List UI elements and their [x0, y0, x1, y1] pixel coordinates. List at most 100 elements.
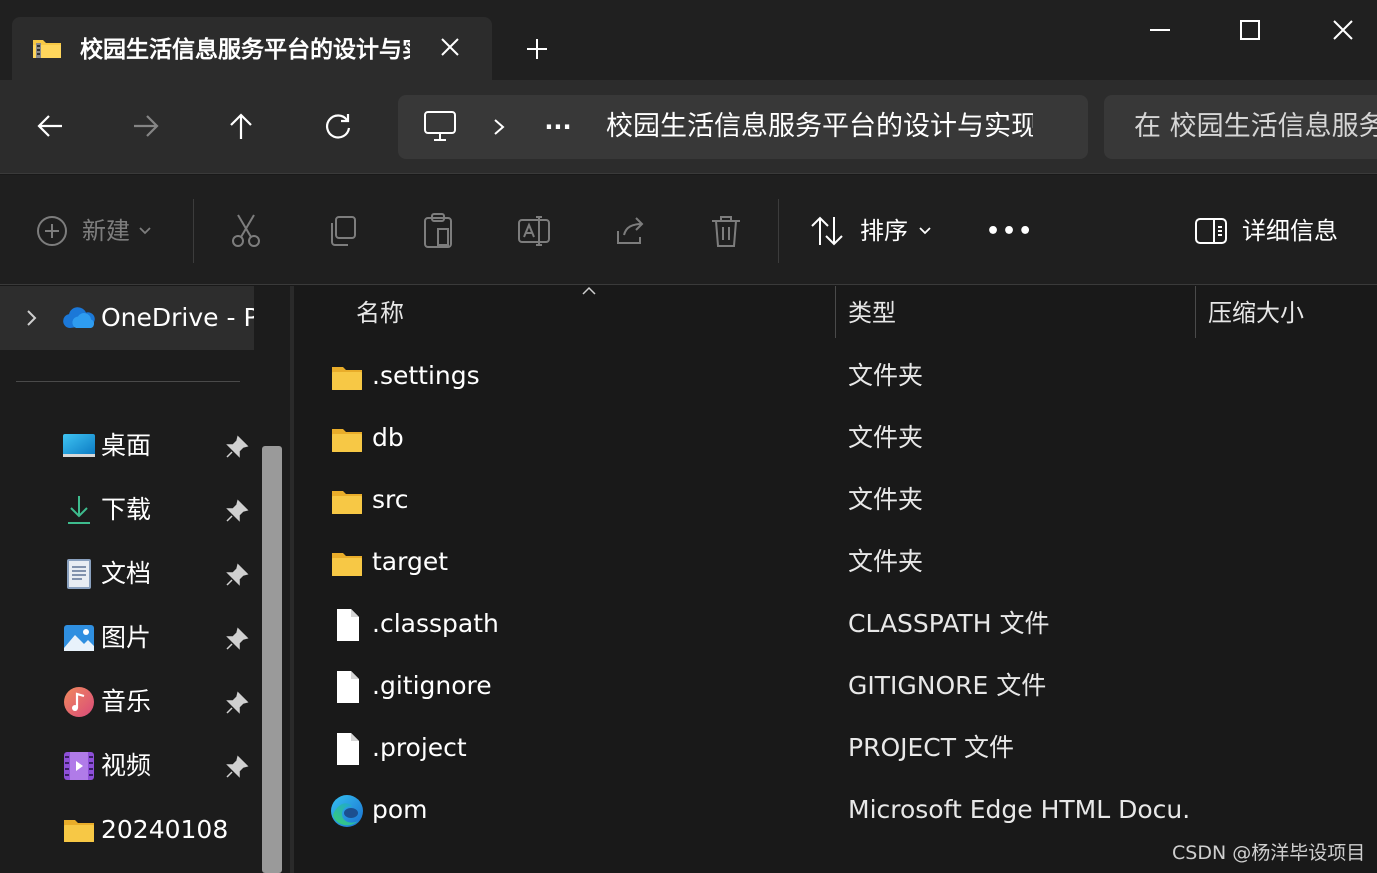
- navigation-pane: OneDrive - Personal 桌面 下载 文档: [0, 286, 290, 873]
- column-header-name[interactable]: 名称: [356, 296, 404, 330]
- column-separator[interactable]: [835, 286, 836, 338]
- column-separator[interactable]: [1195, 286, 1196, 338]
- up-button[interactable]: [221, 106, 261, 146]
- file-row[interactable]: .classpath CLASSPATH 文件: [294, 595, 1377, 655]
- chevron-down-icon: [919, 227, 931, 235]
- tab-title: 校园生活信息服务平台的设计与实现: [80, 37, 410, 63]
- rename-icon: [518, 216, 550, 246]
- chevron-right-icon: [494, 119, 505, 135]
- zip-folder-icon: [33, 40, 61, 58]
- expand-chevron[interactable]: [20, 306, 44, 330]
- folder-icon: [332, 367, 362, 390]
- back-button[interactable]: [30, 106, 70, 146]
- breadcrumb-overflow-button[interactable]: ···: [538, 111, 578, 143]
- refresh-button[interactable]: [318, 106, 358, 146]
- onedrive-cloud-icon: [63, 307, 95, 328]
- file-name: pom: [372, 795, 428, 824]
- folder-icon: [332, 429, 362, 452]
- tab-active[interactable]: 校园生活信息服务平台的设计与实现: [12, 17, 492, 81]
- breadcrumb-current[interactable]: 校园生活信息服务平台的设计与实现: [606, 109, 1033, 145]
- folder-icon: [332, 491, 362, 514]
- sidebar-item-20240108[interactable]: 20240108: [0, 804, 254, 856]
- pin-icon[interactable]: [224, 690, 250, 716]
- address-bar[interactable]: ··· 校园生活信息服务平台的设计与实现: [398, 95, 1088, 159]
- file-row[interactable]: pom Microsoft Edge HTML Docu...: [294, 781, 1377, 841]
- chevron-right-icon: [27, 310, 37, 326]
- music-icon: [64, 687, 94, 717]
- file-type: 文件夹: [848, 361, 924, 390]
- details-pane-label: 详细信息: [1242, 217, 1338, 245]
- file-row[interactable]: src 文件夹: [294, 471, 1377, 531]
- sidebar-item-onedrive[interactable]: OneDrive - Personal: [0, 286, 254, 350]
- close-icon: [1333, 20, 1353, 40]
- file-icon: [337, 609, 359, 641]
- arrow-up-icon: [230, 113, 252, 139]
- file-type: 文件夹: [848, 547, 924, 576]
- sidebar-item-desktop[interactable]: 桌面: [0, 420, 254, 472]
- refresh-icon: [326, 114, 351, 139]
- sidebar-item-pictures[interactable]: 图片: [0, 612, 254, 664]
- minimize-button[interactable]: [1140, 10, 1180, 50]
- sidebar-item-label: 音乐: [101, 687, 152, 716]
- new-button[interactable]: 新建: [36, 209, 152, 253]
- rename-button[interactable]: [517, 209, 551, 253]
- pin-icon[interactable]: [224, 562, 250, 588]
- search-box[interactable]: 在 校园生活信息服务平台的设计与实现 中搜索: [1104, 95, 1377, 159]
- details-pane-button[interactable]: 详细信息: [1194, 209, 1338, 253]
- sidebar-item-documents[interactable]: 文档: [0, 548, 254, 600]
- tab-close-button[interactable]: [436, 33, 464, 61]
- videos-icon: [64, 752, 94, 780]
- file-name: target: [372, 547, 449, 576]
- file-list: 名称 类型 压缩大小 .settings 文件夹 db 文件夹 src 文件夹 …: [294, 286, 1377, 873]
- maximize-button[interactable]: [1230, 10, 1270, 50]
- pin-icon[interactable]: [224, 626, 250, 652]
- file-row[interactable]: .settings 文件夹: [294, 347, 1377, 407]
- file-name: .settings: [372, 361, 480, 390]
- file-type: CLASSPATH 文件: [848, 609, 1050, 638]
- column-header-compressed-size[interactable]: 压缩大小: [1208, 296, 1304, 330]
- plus-icon: [527, 39, 547, 59]
- close-button[interactable]: [1323, 10, 1363, 50]
- download-icon: [68, 496, 90, 524]
- file-name: src: [372, 485, 409, 514]
- paste-button[interactable]: [422, 209, 454, 253]
- sidebar-item-label: 下载: [101, 495, 152, 524]
- toolbar-separator: [778, 199, 779, 263]
- sort-ascending-caret-icon: [582, 286, 596, 295]
- cut-button[interactable]: [230, 209, 262, 253]
- pin-icon[interactable]: [224, 434, 250, 460]
- file-name: .project: [372, 733, 467, 762]
- details-pane-icon: [1195, 218, 1227, 244]
- new-tab-button[interactable]: [522, 34, 552, 64]
- trash-icon: [712, 216, 740, 247]
- file-name: db: [372, 423, 404, 452]
- column-header-type[interactable]: 类型: [848, 296, 896, 330]
- documents-icon: [67, 559, 91, 589]
- file-row[interactable]: .project PROJECT 文件: [294, 719, 1377, 779]
- sidebar-item-label: 桌面: [101, 431, 152, 460]
- sidebar-item-videos[interactable]: 视频: [0, 740, 254, 792]
- copy-button[interactable]: [326, 209, 358, 253]
- pictures-icon: [64, 625, 94, 651]
- sort-button[interactable]: 排序: [810, 209, 932, 253]
- command-bar: 新建 排序 ••• 详细信息: [0, 175, 1377, 285]
- forward-button[interactable]: [126, 106, 166, 146]
- file-row[interactable]: .gitignore GITIGNORE 文件: [294, 657, 1377, 717]
- pin-icon[interactable]: [224, 754, 250, 780]
- sidebar-item-downloads[interactable]: 下载: [0, 484, 254, 536]
- sort-button-label: 排序: [860, 217, 908, 245]
- file-row[interactable]: db 文件夹: [294, 409, 1377, 469]
- delete-button[interactable]: [710, 209, 742, 253]
- search-placeholder: 在 校园生活信息服务平台的设计与实现 中搜索: [1134, 111, 1377, 142]
- share-button[interactable]: [614, 209, 646, 253]
- file-row[interactable]: target 文件夹: [294, 533, 1377, 593]
- scissors-icon: [232, 214, 260, 247]
- more-options-button[interactable]: •••: [986, 209, 1034, 253]
- sidebar-divider: [16, 381, 240, 382]
- sidebar-scrollbar[interactable]: [262, 446, 282, 873]
- share-icon: [617, 217, 644, 244]
- breadcrumb-chevron[interactable]: [486, 111, 512, 143]
- sidebar-item-music[interactable]: 音乐: [0, 676, 254, 728]
- title-bar: 校园生活信息服务平台的设计与实现: [0, 0, 1377, 81]
- pin-icon[interactable]: [224, 498, 250, 524]
